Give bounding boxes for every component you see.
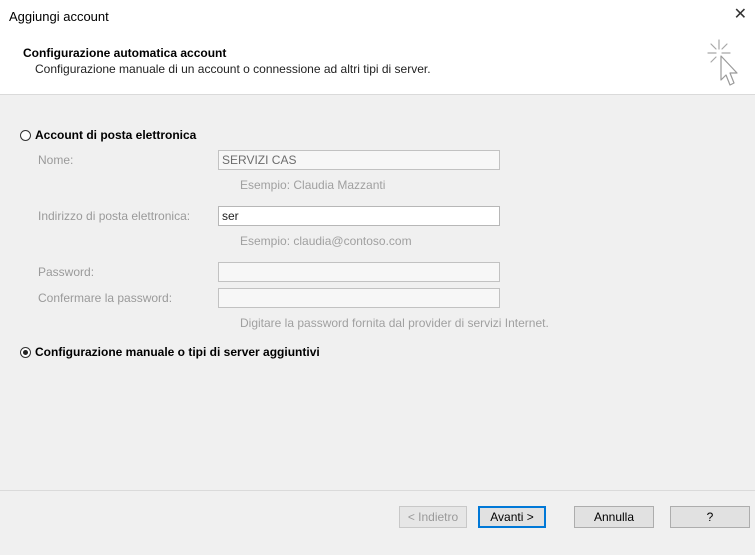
dialog-content: Account di posta elettronica Nome: Esemp… — [0, 95, 755, 490]
radio-email-account-label: Account di posta elettronica — [35, 128, 197, 142]
email-label: Indirizzo di posta elettronica: — [38, 209, 191, 223]
name-field[interactable] — [218, 150, 500, 170]
password-label: Password: — [38, 265, 95, 279]
back-button[interactable]: < Indietro — [399, 506, 467, 528]
close-icon[interactable]: ✕ — [734, 6, 747, 24]
cursor-sparkle-icon — [707, 39, 738, 86]
confirm-password-label: Confermare la password: — [38, 291, 173, 305]
cancel-button[interactable]: Annulla — [574, 506, 654, 528]
radio-unchecked-icon[interactable] — [20, 129, 31, 141]
password-hint: Digitare la password fornita dal provide… — [240, 316, 549, 330]
title-bar: Aggiungi account ✕ — [0, 0, 755, 34]
next-button[interactable]: Avanti > — [478, 506, 546, 528]
radio-manual-setup[interactable]: Configurazione manuale o tipi di server … — [20, 345, 320, 359]
radio-manual-setup-label: Configurazione manuale o tipi di server … — [35, 345, 320, 359]
header-subtitle: Configurazione manuale di un account o c… — [35, 62, 431, 76]
radio-checked-icon[interactable] — [20, 346, 31, 358]
header-title: Configurazione automatica account — [23, 46, 227, 60]
name-hint: Esempio: Claudia Mazzanti — [240, 178, 386, 192]
password-field[interactable] — [218, 262, 500, 282]
help-button[interactable]: ? — [670, 506, 750, 528]
dialog-header: Configurazione automatica account Config… — [0, 34, 755, 95]
email-hint: Esempio: claudia@contoso.com — [240, 234, 412, 248]
email-field[interactable] — [218, 206, 500, 226]
dialog-footer: < Indietro Avanti > Annulla ? — [0, 490, 755, 555]
window-title: Aggiungi account — [9, 9, 109, 24]
radio-email-account[interactable]: Account di posta elettronica — [20, 128, 196, 142]
name-label: Nome: — [38, 153, 74, 167]
confirm-password-field[interactable] — [218, 288, 500, 308]
